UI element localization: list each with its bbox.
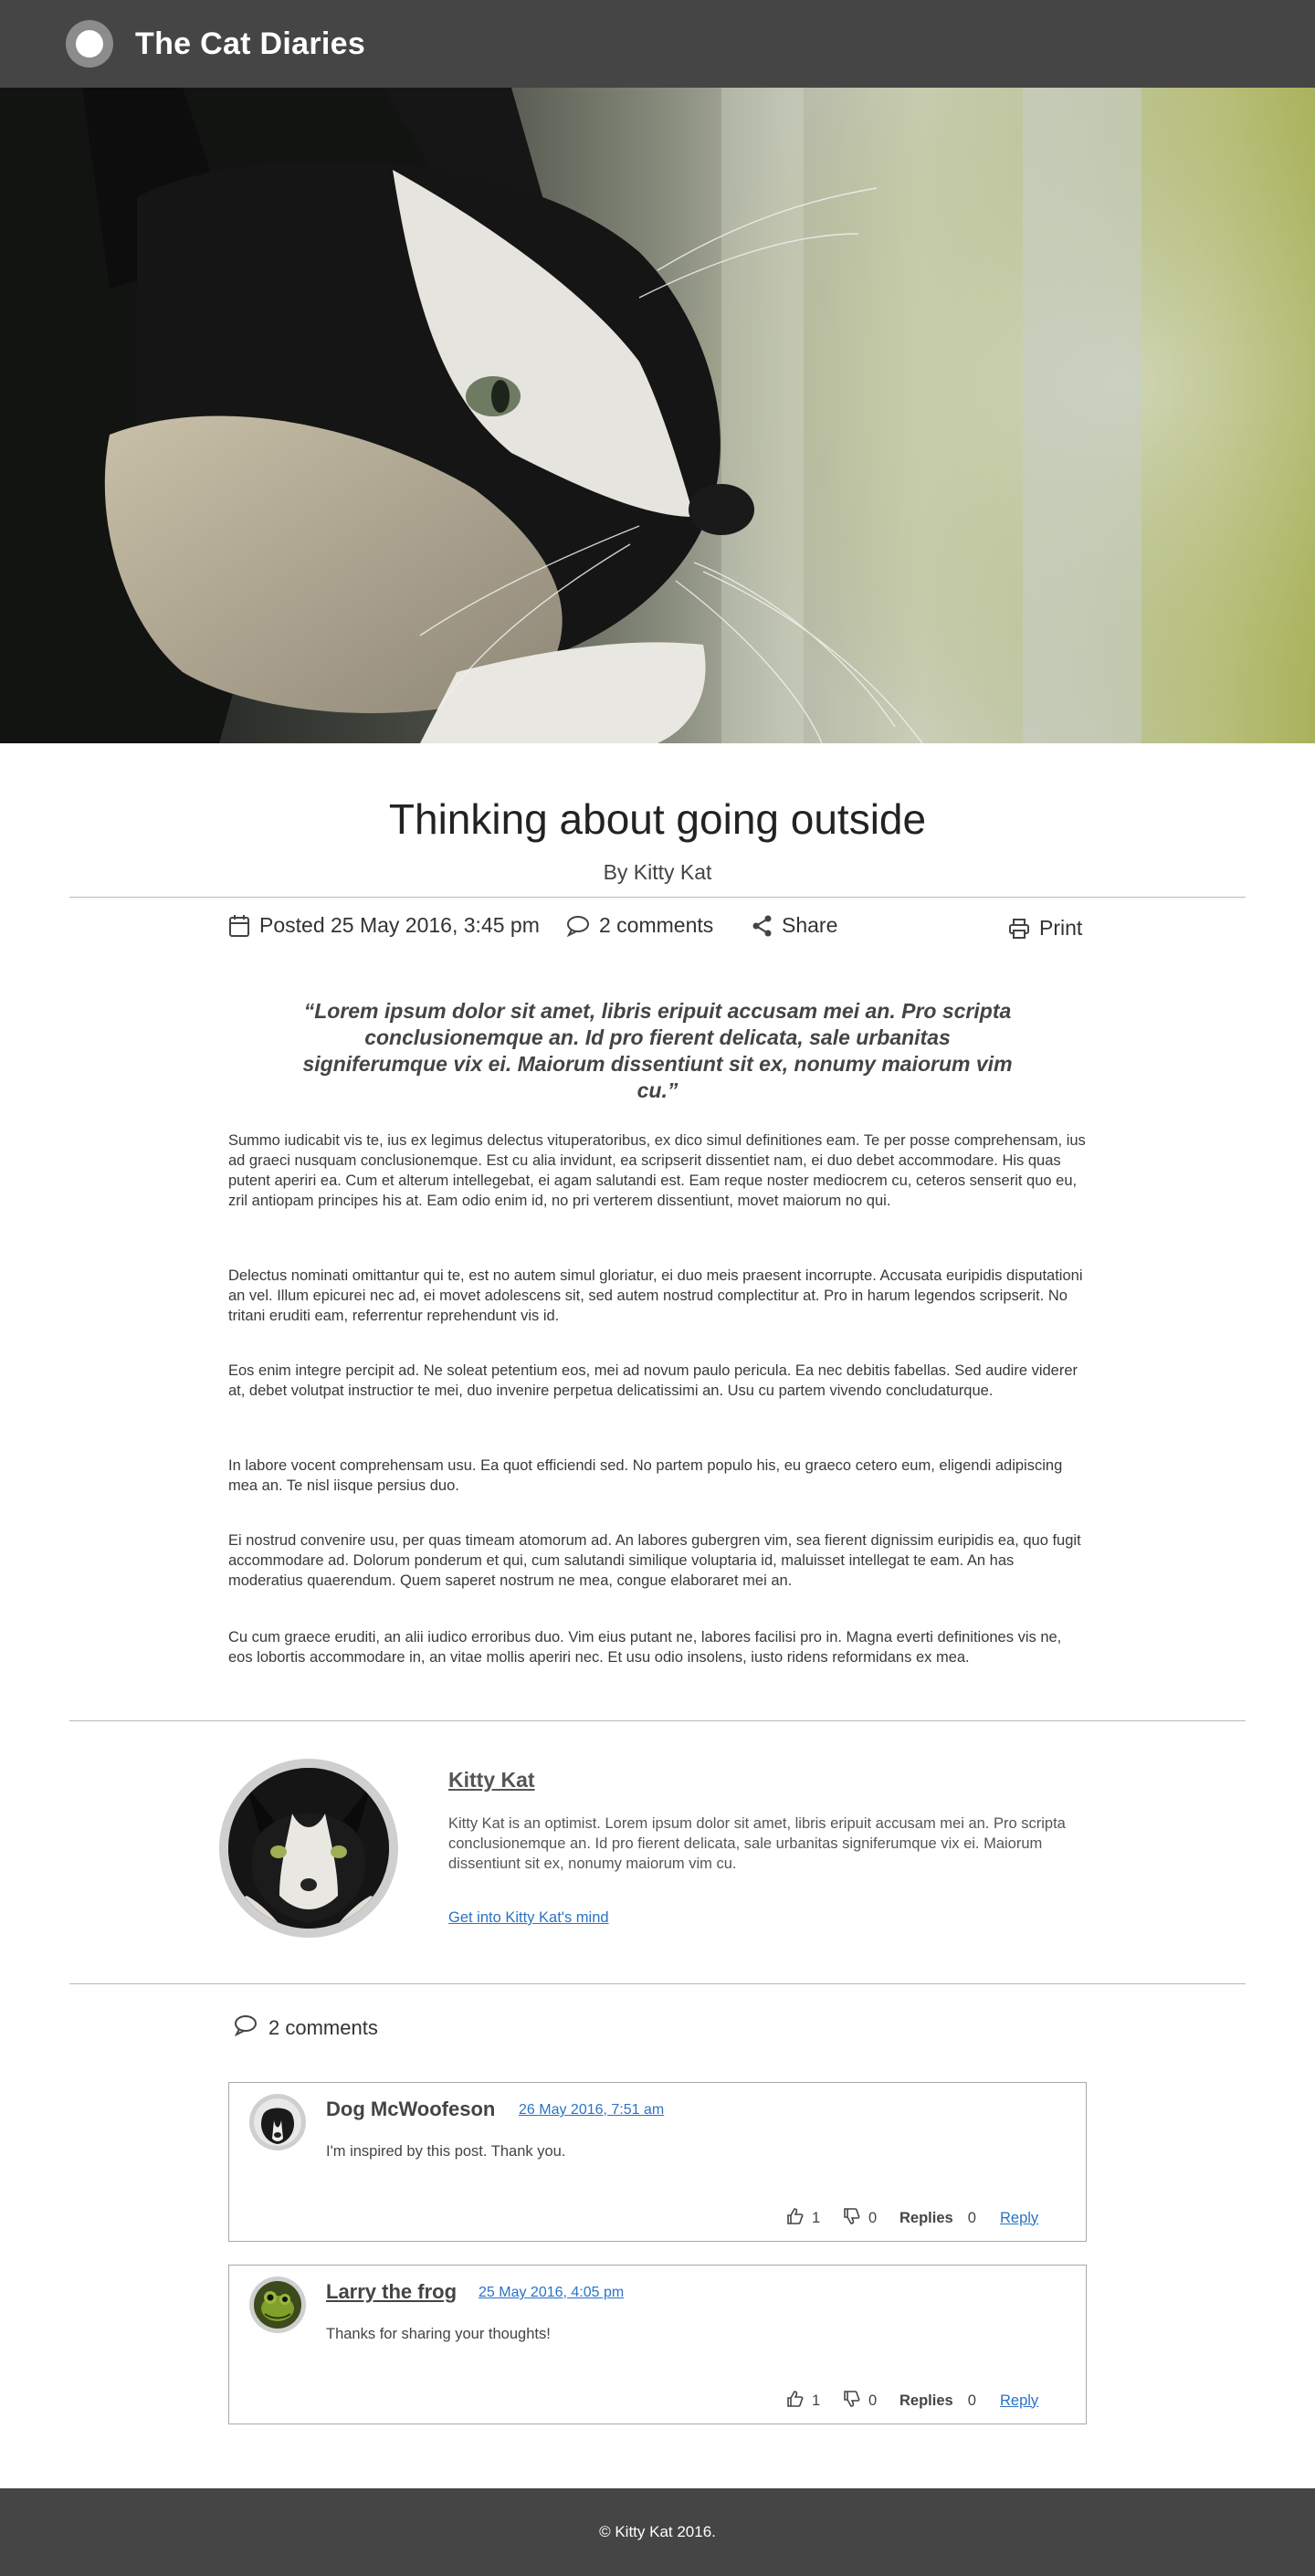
article-paragraph: Delectus nominati omittantur qui te, est… — [228, 1267, 1083, 1324]
comments-heading-label: 2 comments — [268, 2016, 378, 2039]
comment-text: I'm inspired by this post. Thank you. — [326, 2143, 566, 2160]
site-footer: © Kitty Kat 2016. — [0, 2488, 1315, 2576]
like-count: 1 — [812, 2209, 821, 2226]
comment-text: Thanks for sharing your thoughts! — [326, 2326, 551, 2342]
site-title[interactable]: The Cat Diaries — [135, 26, 365, 62]
printer-icon — [1008, 918, 1030, 940]
print-button[interactable]: Print — [1008, 916, 1082, 941]
dislike-button[interactable]: 0 — [843, 2389, 877, 2413]
author-bio: Kitty Kat is an optimist. Lorem ipsum do… — [448, 1815, 1066, 1872]
divider — [69, 897, 1246, 898]
dislike-button[interactable]: 0 — [843, 2206, 877, 2230]
share-button[interactable]: Share — [752, 913, 837, 938]
commenter-avatar[interactable] — [249, 2094, 306, 2150]
like-button[interactable]: 1 — [786, 2206, 820, 2230]
commenter-avatar[interactable] — [249, 2276, 306, 2333]
posted-date: Posted 25 May 2016, 3:45 pm — [228, 913, 540, 938]
like-count: 1 — [812, 2392, 821, 2409]
speech-bubble-icon — [234, 2014, 258, 2042]
posted-text: Posted 25 May 2016, 3:45 pm — [259, 913, 540, 937]
speech-bubble-icon — [566, 915, 590, 937]
share-icon — [752, 915, 773, 937]
footer-copyright: © Kitty Kat 2016. — [599, 2523, 716, 2540]
divider — [69, 1983, 1246, 1984]
replies-value: 0 — [967, 2209, 976, 2226]
reply-button[interactable]: Reply — [1000, 2389, 1038, 2413]
replies-label: Replies — [899, 2209, 953, 2226]
article-paragraph: In labore vocent comprehensam usu. Ea qu… — [228, 1457, 1063, 1494]
replies-label: Replies — [899, 2392, 953, 2409]
article-paragraph: Cu cum graece eruditi, an alii iudico er… — [228, 1629, 1062, 1666]
reply-label[interactable]: Reply — [1000, 2210, 1038, 2227]
comments-heading: 2 comments — [234, 2014, 378, 2042]
comment-date-link[interactable]: 25 May 2016, 4:05 pm — [479, 2285, 624, 2301]
comments-count-label: 2 comments — [599, 913, 714, 937]
commenter-name-link[interactable]: Larry the frog — [326, 2280, 457, 2304]
hero-image — [0, 88, 1315, 743]
comment-card: Dog McWoofeson 26 May 2016, 7:51 am I'm … — [228, 2082, 1087, 2242]
article-paragraph: Ei nostrud convenire usu, per quas timea… — [228, 1532, 1081, 1589]
print-label: Print — [1039, 916, 1083, 940]
thumbs-up-icon — [786, 2207, 805, 2230]
dislike-count: 0 — [868, 2392, 878, 2409]
dislike-count: 0 — [868, 2209, 878, 2226]
article-byline: By Kitty Kat — [603, 860, 712, 884]
author-profile-link[interactable]: Get into Kitty Kat's mind — [448, 1909, 609, 1927]
article-paragraph: Summo iudicabit vis te, ius ex legimus d… — [228, 1132, 1086, 1209]
cat-illustration — [0, 88, 1315, 743]
divider — [69, 1720, 1246, 1721]
replies-count: Replies 0 — [899, 2389, 976, 2413]
reply-button[interactable]: Reply — [1000, 2206, 1038, 2230]
author-avatar[interactable] — [219, 1759, 398, 1938]
replies-value: 0 — [967, 2392, 976, 2409]
comment-date-link[interactable]: 26 May 2016, 7:51 am — [519, 2102, 664, 2119]
calendar-icon — [228, 914, 250, 938]
comments-count-link[interactable]: 2 comments — [566, 913, 713, 938]
author-name-link[interactable]: Kitty Kat — [448, 1768, 535, 1793]
comment-actions: 1 0 Replies 0 Reply — [786, 2389, 1060, 2413]
comment-actions: 1 0 Replies 0 Reply — [786, 2206, 1060, 2230]
article-paragraph: Eos enim integre percipit ad. Ne soleat … — [228, 1362, 1078, 1399]
replies-count: Replies 0 — [899, 2206, 976, 2230]
reply-label[interactable]: Reply — [1000, 2392, 1038, 2410]
article-meta: Posted 25 May 2016, 3:45 pm 2 comments S… — [228, 913, 1087, 950]
thumbs-up-icon — [786, 2390, 805, 2413]
comment-card: Larry the frog 25 May 2016, 4:05 pm Than… — [228, 2265, 1087, 2424]
thumbs-down-icon — [843, 2207, 861, 2230]
thumbs-down-icon — [843, 2390, 861, 2413]
share-label: Share — [782, 913, 838, 937]
article-title: Thinking about going outside — [388, 795, 927, 843]
pull-quote: “Lorem ipsum dolor sit amet, libris erip… — [302, 999, 1013, 1102]
site-header: The Cat Diaries — [0, 0, 1315, 88]
logo-circle-icon[interactable] — [66, 20, 113, 68]
commenter-name: Dog McWoofeson — [326, 2098, 496, 2120]
like-button[interactable]: 1 — [786, 2389, 820, 2413]
